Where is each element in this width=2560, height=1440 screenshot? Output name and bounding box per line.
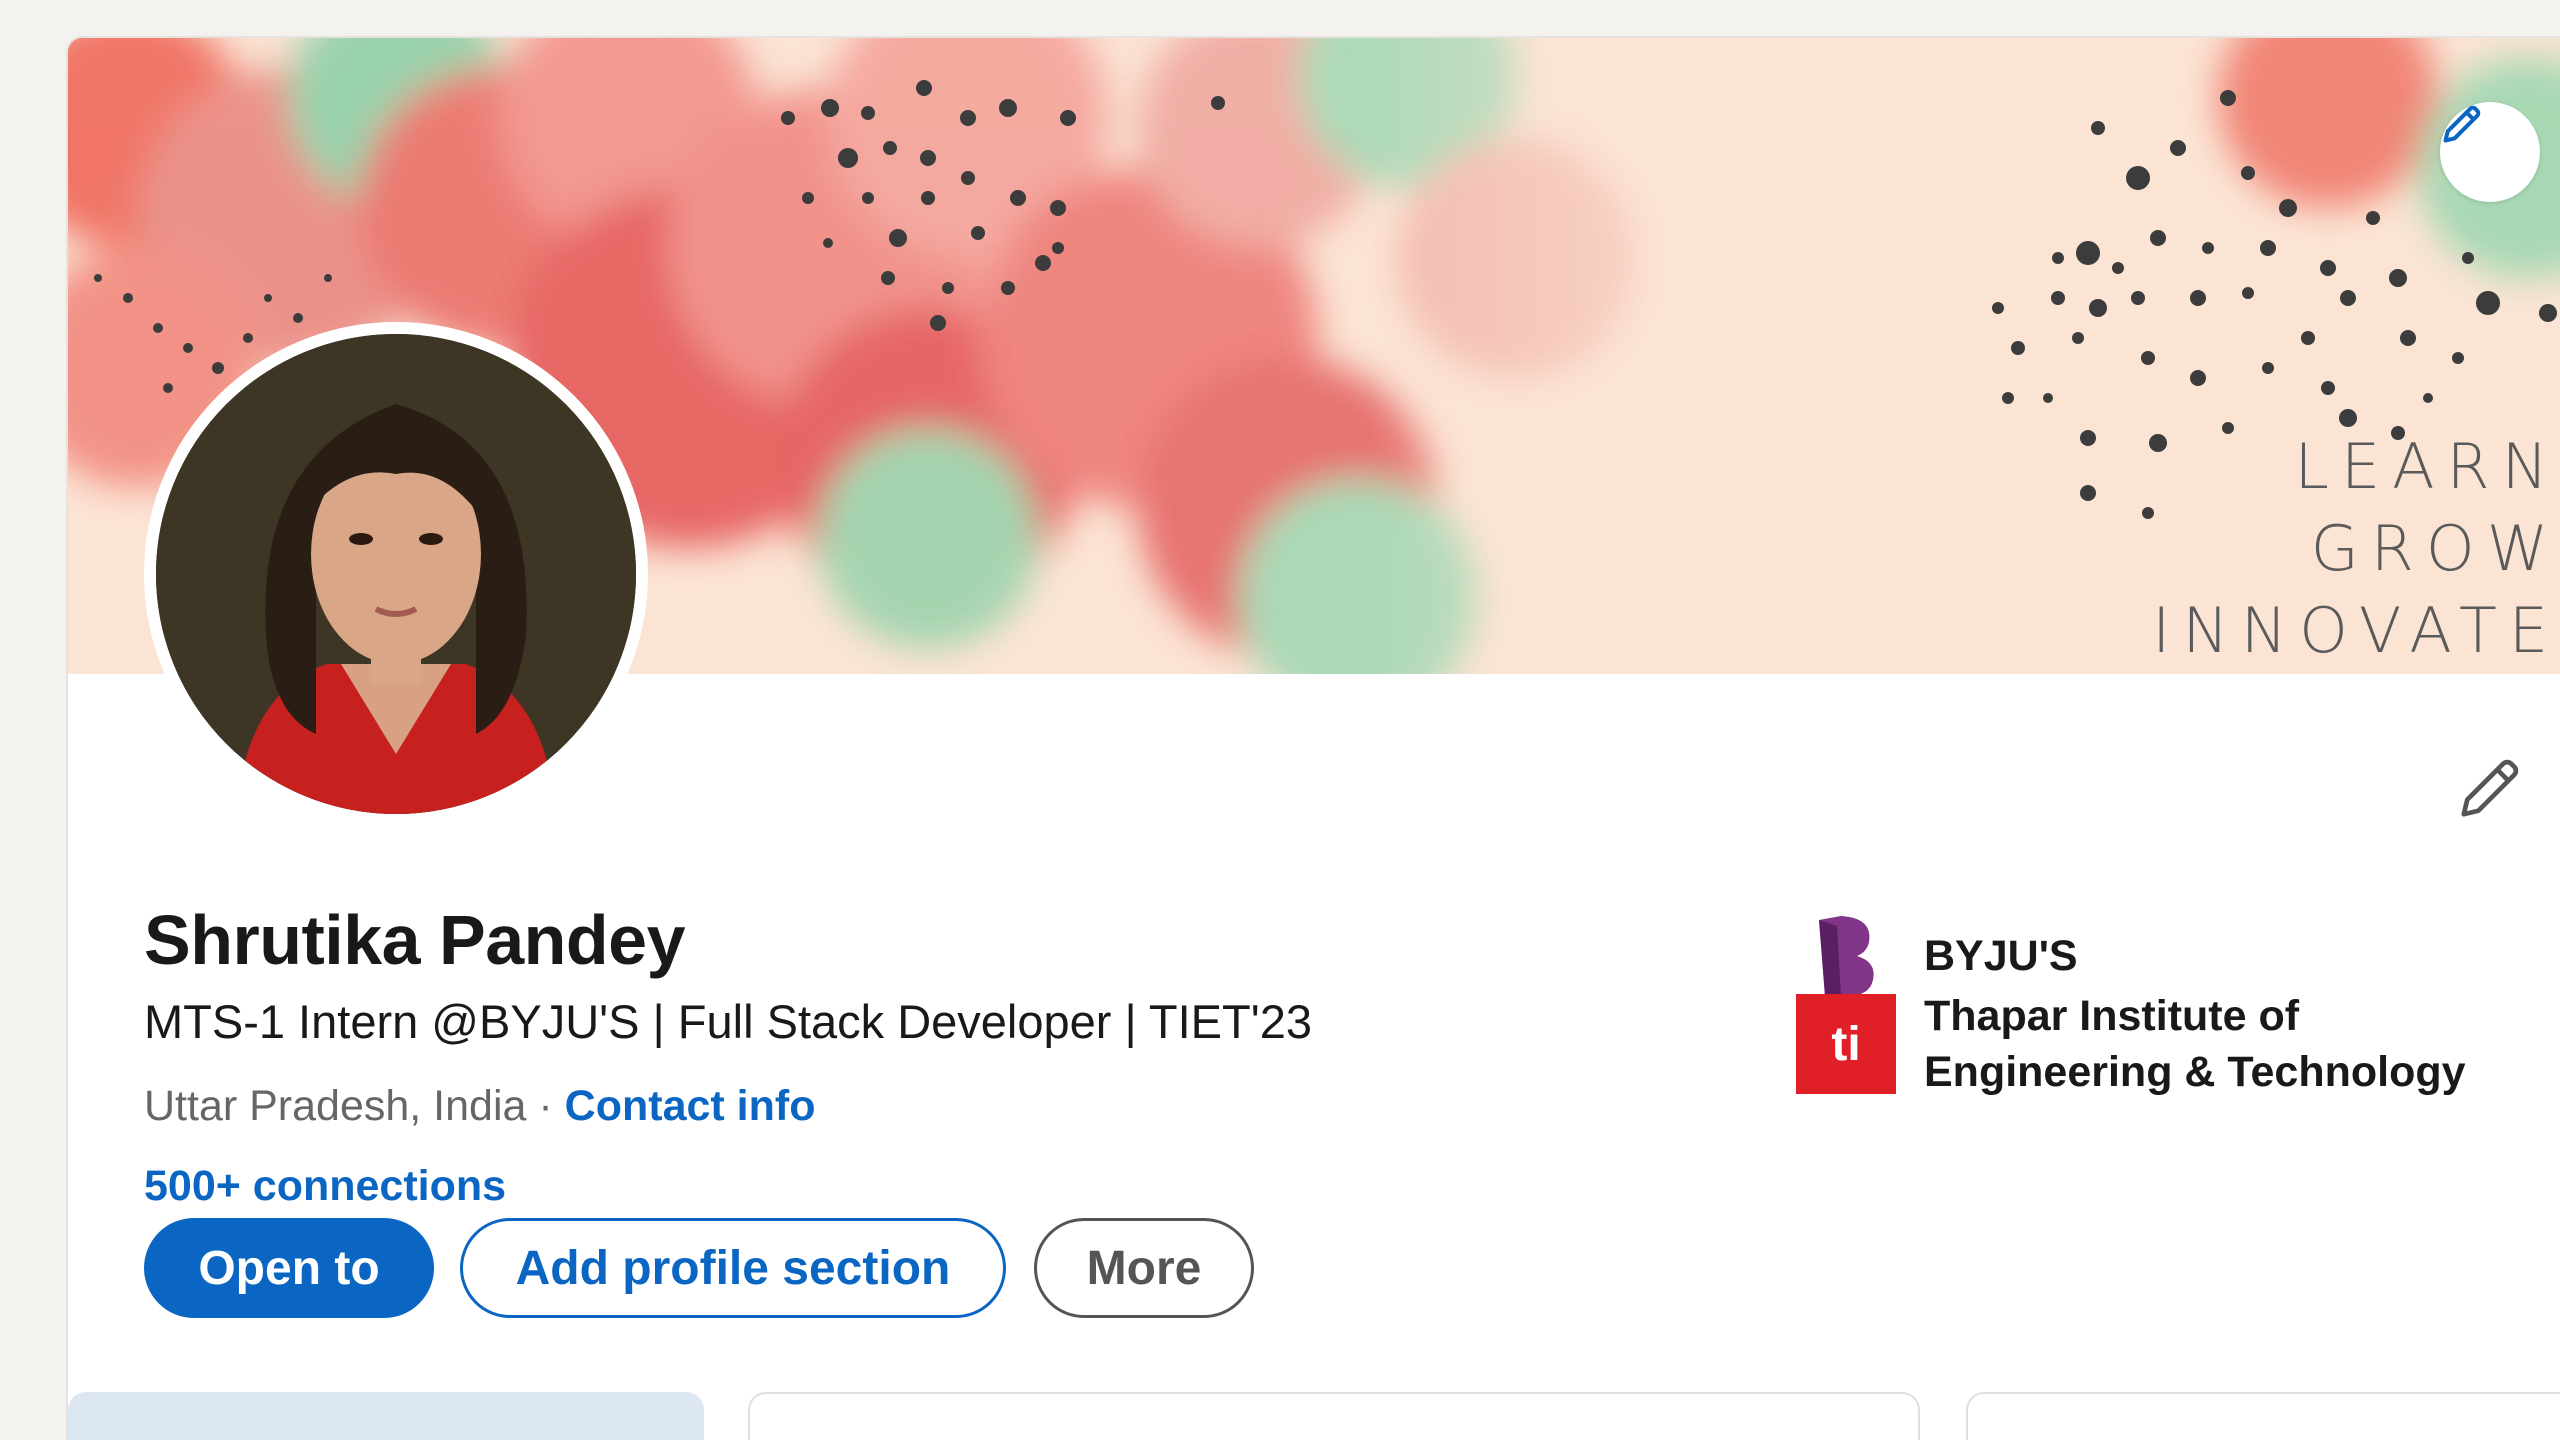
profile-card: LEARN GROW INNOVATE Shrutika Pandey MTS-… xyxy=(68,38,2560,1440)
profile-location: Uttar Pradesh, India xyxy=(144,1082,527,1130)
suggestion-card xyxy=(748,1392,1920,1440)
add-profile-section-button[interactable]: Add profile section xyxy=(460,1218,1006,1318)
separator-dot: · xyxy=(538,1082,553,1130)
school-name-line2: Engineering & Technology xyxy=(1924,1048,2466,1096)
banner-text-grow: GROW xyxy=(2310,512,2560,585)
suggestion-card-2 xyxy=(1966,1392,2560,1440)
pencil-icon xyxy=(2461,759,2519,817)
pencil-icon xyxy=(2443,105,2481,143)
ti-logo-text: ti xyxy=(1831,1017,1861,1071)
banner-text-innovate: INNOVATE xyxy=(2152,594,2560,667)
education-school-name: Thapar Institute of Engineering & Techno… xyxy=(1924,988,2466,1100)
profile-name: Shrutika Pandey xyxy=(144,901,686,979)
experience-company-name: BYJU'S xyxy=(1924,932,2078,980)
edit-banner-button[interactable] xyxy=(2440,102,2540,202)
ti-logo: ti xyxy=(1796,994,1896,1094)
avatar-image xyxy=(156,334,636,814)
edit-intro-button[interactable] xyxy=(2440,738,2540,838)
byjus-logo-mark xyxy=(1819,916,1874,997)
school-name-line1: Thapar Institute of xyxy=(1924,992,2300,1040)
open-to-button[interactable]: Open to xyxy=(144,1218,434,1318)
profile-photo[interactable] xyxy=(144,322,648,826)
connections-link[interactable]: 500+ connections xyxy=(144,1162,506,1211)
profile-headline: MTS-1 Intern @BYJU'S | Full Stack Develo… xyxy=(144,995,1312,1048)
education-thapar[interactable]: ti Thapar Institute of Engineering & Tec… xyxy=(1796,988,2466,1100)
more-button[interactable]: More xyxy=(1034,1218,1254,1318)
location-row: Uttar Pradesh, India · Contact info xyxy=(144,1082,815,1131)
contact-info-link[interactable]: Contact info xyxy=(565,1082,816,1130)
open-to-work-card[interactable] xyxy=(68,1392,704,1440)
banner-text-learn: LEARN xyxy=(2294,430,2560,503)
